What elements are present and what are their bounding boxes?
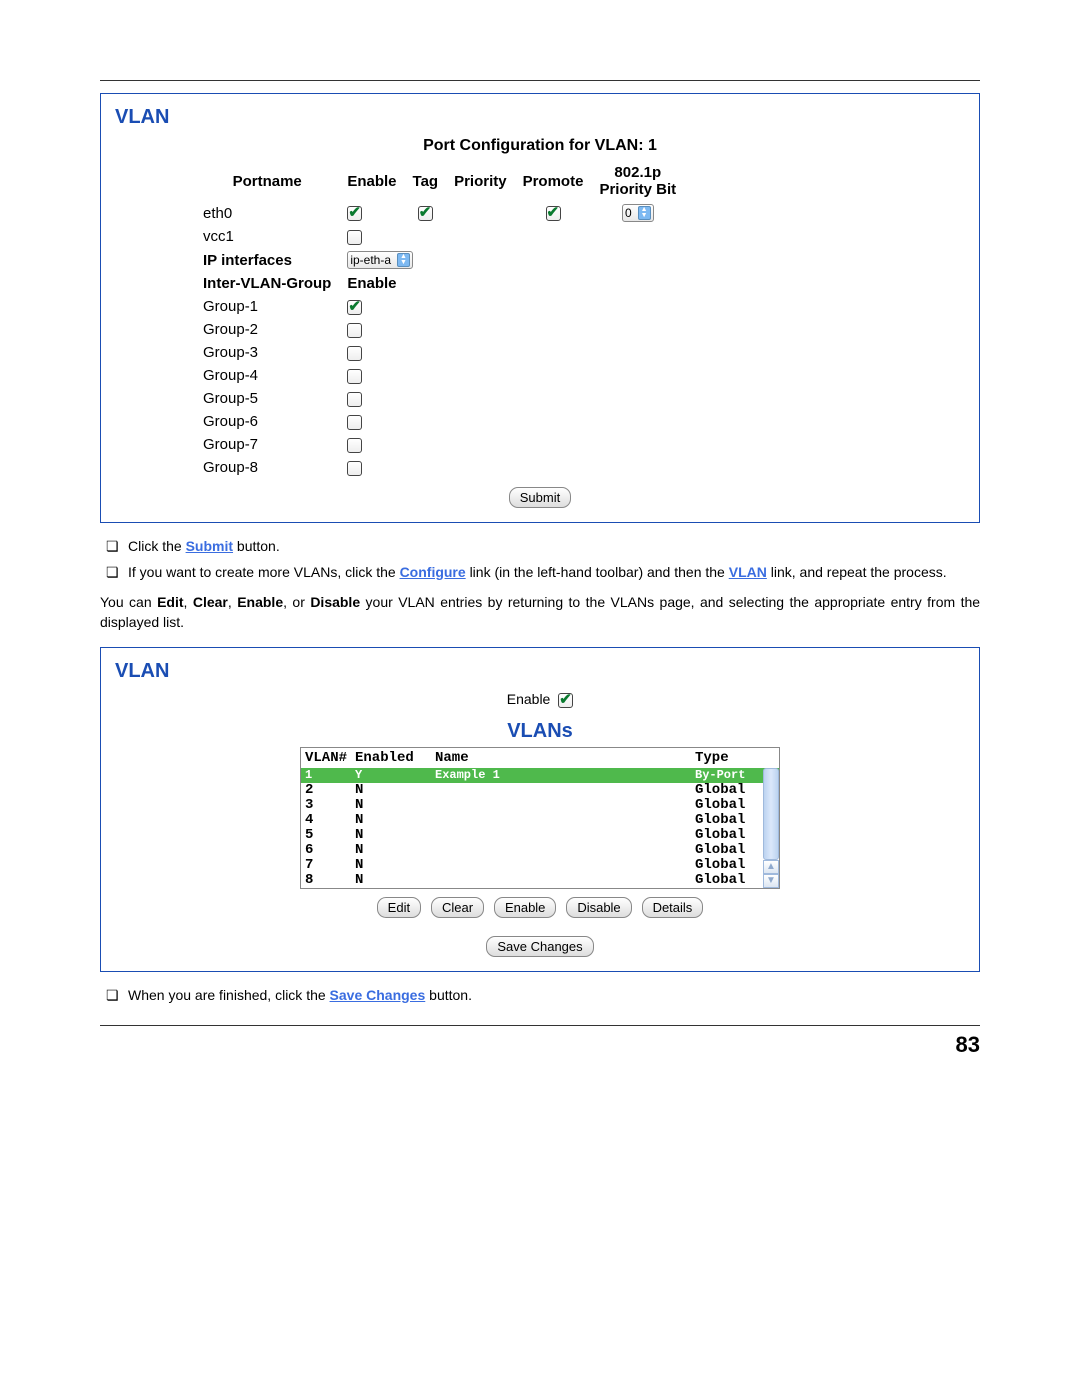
page-number: 83 bbox=[100, 1032, 980, 1058]
table-row[interactable]: 8NGlobal bbox=[301, 873, 779, 888]
label-inter-vlan-group: Inter-VLAN-Group bbox=[195, 272, 339, 295]
table-row: Group-2 bbox=[195, 318, 684, 341]
enable-all-checkbox[interactable] bbox=[558, 693, 573, 708]
panel2-title: VLAN bbox=[115, 660, 965, 683]
details-button[interactable]: Details bbox=[642, 897, 704, 918]
submit-button[interactable]: Submit bbox=[509, 487, 571, 508]
col-portname: Portname bbox=[195, 161, 339, 201]
table-row: Group-5 bbox=[195, 387, 684, 410]
kw-vlan: VLAN bbox=[729, 564, 767, 580]
table-row: IP interfaces ip-eth-a ▲▼ bbox=[195, 248, 684, 272]
kw-save-changes: Save Changes bbox=[330, 987, 426, 1003]
vlan-list-panel: VLAN Enable VLANs VLAN# Enabled Name Typ… bbox=[100, 647, 980, 972]
vlan-port-config-panel: VLAN Port Configuration for VLAN: 1 Port… bbox=[100, 93, 980, 523]
port-config-table: Portname Enable Tag Priority Promote 802… bbox=[195, 161, 684, 479]
vlan-list: VLAN# Enabled Name Type 1YExample 1By-Po… bbox=[300, 747, 780, 889]
save-changes-button[interactable]: Save Changes bbox=[486, 936, 593, 957]
scroll-up-icon[interactable]: ▲ bbox=[763, 860, 779, 874]
col-promote: Promote bbox=[515, 161, 592, 201]
instruction-list-1: Click the Submit button. If you want to … bbox=[106, 537, 980, 582]
group1-checkbox[interactable] bbox=[347, 300, 362, 315]
group4-checkbox[interactable] bbox=[347, 369, 362, 384]
table-row[interactable]: 1YExample 1By-Port bbox=[301, 768, 779, 783]
clear-button[interactable]: Clear bbox=[431, 897, 484, 918]
scroll-down-icon[interactable]: ▼ bbox=[763, 874, 779, 888]
group2-checkbox[interactable] bbox=[347, 323, 362, 338]
eth0-pbit-select[interactable]: 0 ▲▼ bbox=[622, 204, 654, 222]
group5-checkbox[interactable] bbox=[347, 392, 362, 407]
table-row[interactable]: 5NGlobal bbox=[301, 828, 779, 843]
chevron-updown-icon: ▲▼ bbox=[638, 206, 651, 220]
page-top-rule bbox=[100, 80, 980, 81]
scrollbar[interactable]: ▲ ▼ bbox=[763, 768, 779, 888]
table-row[interactable]: 6NGlobal bbox=[301, 843, 779, 858]
instruction-list-2: When you are finished, click the Save Ch… bbox=[106, 986, 980, 1006]
kw-submit: Submit bbox=[186, 538, 233, 554]
table-row: vcc1 bbox=[195, 225, 684, 248]
list-item: If you want to create more VLANs, click … bbox=[106, 563, 980, 583]
list-item: Click the Submit button. bbox=[106, 537, 980, 557]
col-enable: Enable bbox=[339, 161, 404, 201]
table-row: Group-7 bbox=[195, 433, 684, 456]
ip-interface-select[interactable]: ip-eth-a ▲▼ bbox=[347, 251, 413, 269]
chevron-updown-icon: ▲▼ bbox=[397, 253, 410, 267]
table-row: Group-8 bbox=[195, 456, 684, 479]
list-item: When you are finished, click the Save Ch… bbox=[106, 986, 980, 1006]
eth0-promote-checkbox[interactable] bbox=[546, 206, 561, 221]
label-ip-interfaces: IP interfaces bbox=[195, 248, 339, 272]
label-ivg-enable: Enable bbox=[339, 272, 404, 295]
vlans-heading: VLANs bbox=[115, 720, 965, 743]
portname-eth0: eth0 bbox=[195, 201, 339, 225]
table-row: Inter-VLAN-Group Enable bbox=[195, 272, 684, 295]
table-row: Group-4 bbox=[195, 364, 684, 387]
col-tag: Tag bbox=[405, 161, 447, 201]
panel1-title: VLAN bbox=[115, 106, 965, 129]
group6-checkbox[interactable] bbox=[347, 415, 362, 430]
edit-button[interactable]: Edit bbox=[377, 897, 421, 918]
group8-checkbox[interactable] bbox=[347, 461, 362, 476]
portname-vcc1: vcc1 bbox=[195, 225, 339, 248]
vcc1-enable-checkbox[interactable] bbox=[347, 230, 362, 245]
enable-all-label: Enable bbox=[507, 691, 551, 707]
scrollbar-thumb[interactable] bbox=[763, 768, 779, 860]
panel1-subtitle: Port Configuration for VLAN: 1 bbox=[115, 137, 965, 155]
table-row: eth0 0 ▲▼ bbox=[195, 201, 684, 225]
vlan-action-buttons: Edit Clear Enable Disable Details bbox=[115, 897, 965, 918]
kw-configure: Configure bbox=[400, 564, 466, 580]
col-priority: Priority bbox=[446, 161, 515, 201]
table-row[interactable]: 4NGlobal bbox=[301, 813, 779, 828]
eth0-enable-checkbox[interactable] bbox=[347, 206, 362, 221]
vlan-list-header: VLAN# Enabled Name Type bbox=[301, 748, 779, 768]
table-row: Group-1 bbox=[195, 295, 684, 318]
col-pbit: 802.1p Priority Bit bbox=[591, 161, 684, 201]
disable-button[interactable]: Disable bbox=[566, 897, 631, 918]
paragraph-edit-clear: You can Edit, Clear, Enable, or Disable … bbox=[100, 592, 980, 633]
group3-checkbox[interactable] bbox=[347, 346, 362, 361]
table-row[interactable]: 7NGlobal bbox=[301, 858, 779, 873]
table-row: Group-3 bbox=[195, 341, 684, 364]
table-row[interactable]: 3NGlobal bbox=[301, 798, 779, 813]
enable-button[interactable]: Enable bbox=[494, 897, 556, 918]
eth0-tag-checkbox[interactable] bbox=[418, 206, 433, 221]
page-bottom-rule bbox=[100, 1025, 980, 1026]
table-row: Group-6 bbox=[195, 410, 684, 433]
table-row[interactable]: 2NGlobal bbox=[301, 783, 779, 798]
group7-checkbox[interactable] bbox=[347, 438, 362, 453]
